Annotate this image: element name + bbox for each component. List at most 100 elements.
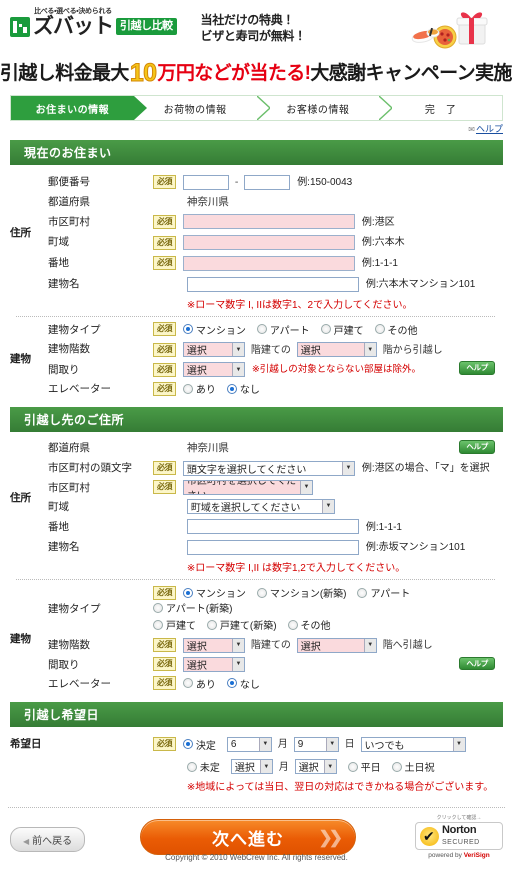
building-name-input[interactable] — [186, 276, 359, 292]
row-dest-layout: 間取り 必須 選択 ▼ ヘルプ — [10, 655, 503, 674]
town-input[interactable] — [182, 235, 355, 251]
group-label-building: 建物 — [10, 632, 31, 645]
section-title: 引越し希望日 — [10, 701, 503, 727]
row-dest-elevator: エレベーター 必須 あり なし — [10, 674, 503, 693]
layout-select[interactable]: 選択 ▼ — [182, 362, 245, 378]
building-type-option[interactable]: その他 — [374, 322, 418, 337]
dest-town-select[interactable]: 町域を選択してください ▼ — [186, 498, 335, 514]
building-type-option[interactable]: アパート — [256, 322, 310, 337]
city-initial-select[interactable]: 頭文字を選択してください ▼ — [182, 460, 355, 476]
option-label: 土日祝 — [404, 763, 435, 775]
radio-icon — [391, 761, 402, 772]
label-building-type: 建物タイプ — [48, 603, 101, 616]
label-block: 番地 — [48, 520, 69, 533]
dest-city-select[interactable]: 市区町村を選択してください ▼ — [182, 479, 313, 495]
block-input[interactable] — [182, 255, 355, 271]
next-button[interactable]: 次へ進む ❯❯ — [140, 819, 356, 856]
dest-building-type-option[interactable]: アパート(新築) — [153, 600, 232, 615]
campaign-amount: 10 — [129, 59, 157, 88]
day-select[interactable]: 9 ▼ — [293, 736, 339, 752]
site-logo[interactable]: 比べる・選べる・決められる ズバット 引越し比較 — [10, 6, 177, 37]
help-row: ✉ヘルプ — [0, 121, 513, 135]
label-town: 町域 — [48, 500, 69, 513]
chevron-down-icon: ▼ — [325, 737, 338, 751]
required-badge: 必須 — [153, 214, 176, 229]
chevron-down-icon: ▼ — [299, 480, 312, 494]
label-postal-code: 郵便番号 — [48, 175, 90, 188]
date-decided-option[interactable]: 決定 — [182, 737, 216, 752]
dest-building-type-option[interactable]: その他 — [287, 617, 331, 632]
dest-floor-select[interactable]: 選択 ▼ — [296, 637, 377, 653]
dest-layout-select[interactable]: 選択 ▼ — [182, 656, 245, 672]
elevator-option[interactable]: あり — [182, 381, 216, 397]
option-label: マンション — [195, 589, 246, 601]
help-button[interactable]: ヘルプ — [459, 656, 495, 671]
campaign-text-2: 万円などが当たる! — [157, 63, 311, 84]
chevron-down-icon: ▼ — [231, 363, 244, 377]
dest-building-name-input[interactable] — [186, 540, 359, 556]
norton-name: Norton — [442, 824, 477, 837]
undecided-month-select[interactable]: 選択 ▼ — [230, 759, 273, 775]
option-label: 戸建て — [333, 325, 364, 337]
dest-building-type-option[interactable]: マンション — [182, 585, 246, 601]
section-title: 現在のお住まい — [10, 140, 503, 165]
chevron-down-icon: ▼ — [258, 737, 271, 751]
building-type-option[interactable]: マンション — [182, 322, 246, 337]
back-button[interactable]: ◀ 前へ戻る — [10, 826, 86, 852]
dest-building-type-option[interactable]: マンション(新築) — [256, 585, 347, 600]
dest-elevator-option[interactable]: なし — [226, 676, 260, 691]
month-select[interactable]: 6 ▼ — [226, 736, 272, 752]
section-moving-date: 引越し希望日 希望日 必須 決定 6 ▼ 月 9 ▼ 日 いつでも ▼ 未定 選… — [10, 701, 503, 799]
time-preference-select[interactable]: いつでも ▼ — [360, 736, 466, 752]
chevron-down-icon: ▼ — [323, 760, 336, 774]
option-label: 決定 — [195, 740, 216, 752]
section-destination: 引越し先のご住所 住所 都道府県 神奈川県 ヘルプ 市区町村の頭文字 必須 頭文… — [10, 407, 503, 697]
back-button-label: 前へ戻る — [32, 835, 73, 847]
step-luggage-info[interactable]: お荷物の情報 — [133, 96, 270, 120]
floors-end-text: 階へ引越し — [382, 640, 433, 652]
chevron-down-icon: ▼ — [231, 657, 244, 671]
current-floor-select[interactable]: 選択 ▼ — [296, 342, 377, 358]
step-customer-info[interactable]: お客様の情報 — [256, 96, 393, 120]
page-root: 比べる・選べる・決められる ズバット 引越し比較 当社だけの特典！ ビザと寿司が… — [0, 0, 513, 868]
dest-elevator-option[interactable]: あり — [182, 676, 216, 691]
step-complete[interactable]: 完 了 — [379, 96, 502, 120]
select-value: 選択 — [300, 346, 321, 358]
help-button[interactable]: ヘルプ — [459, 440, 495, 454]
required-badge: 必須 — [153, 322, 176, 337]
help-button[interactable]: ヘルプ — [459, 361, 495, 375]
row-layout: 間取り 必須 選択 ▼ ※引越しの対象とならない部屋は除外。 ヘルプ — [10, 359, 503, 379]
radio-icon — [182, 383, 193, 394]
date-undecided-option[interactable]: 未定 — [186, 759, 220, 774]
dest-building-type-option[interactable]: 戸建て — [153, 617, 196, 632]
site-header: 比べる・選べる・決められる ズバット 引越し比較 当社だけの特典！ ビザと寿司が… — [0, 0, 513, 56]
weekday-option[interactable]: 平日 — [347, 759, 381, 774]
label-elevator: エレベーター — [48, 677, 111, 690]
weekend-option[interactable]: 土日祝 — [391, 759, 435, 775]
row-dest-city: 市区町村 必須 市区町村を選択してください ▼ — [10, 478, 503, 497]
dest-block-input[interactable] — [186, 519, 359, 535]
dest-building-type-option[interactable]: アパート — [357, 585, 410, 600]
radio-icon — [226, 678, 237, 689]
radio-icon — [374, 324, 385, 335]
step-home-info[interactable]: お住まいの情報 — [11, 96, 147, 120]
total-floors-select[interactable]: 選択 ▼ — [182, 342, 245, 358]
help-link[interactable]: ヘルプ — [476, 124, 503, 134]
undecided-day-select[interactable]: 選択 ▼ — [294, 759, 337, 775]
option-label: あり — [195, 385, 216, 397]
layout-note: ※引越しの対象とならない部屋は除外。 — [251, 364, 422, 376]
city-input[interactable] — [182, 214, 355, 230]
label-block: 番地 — [48, 257, 69, 270]
step-label: 完 了 — [424, 104, 457, 116]
elevator-option[interactable]: なし — [226, 381, 260, 396]
required-badge: 必須 — [153, 175, 176, 190]
required-badge: 必須 — [153, 362, 176, 377]
building-type-option[interactable]: 戸建て — [320, 322, 364, 337]
option-label: アパート — [269, 325, 310, 337]
label-elevator: エレベーター — [48, 383, 111, 396]
postal-code-input-2[interactable] — [244, 174, 291, 190]
postal-code-input-1[interactable] — [182, 174, 229, 190]
dest-total-floors-select[interactable]: 選択 ▼ — [182, 637, 245, 653]
select-value: 市区町村を選択してください — [186, 479, 297, 494]
dest-building-type-option[interactable]: 戸建て(新築) — [206, 617, 277, 632]
